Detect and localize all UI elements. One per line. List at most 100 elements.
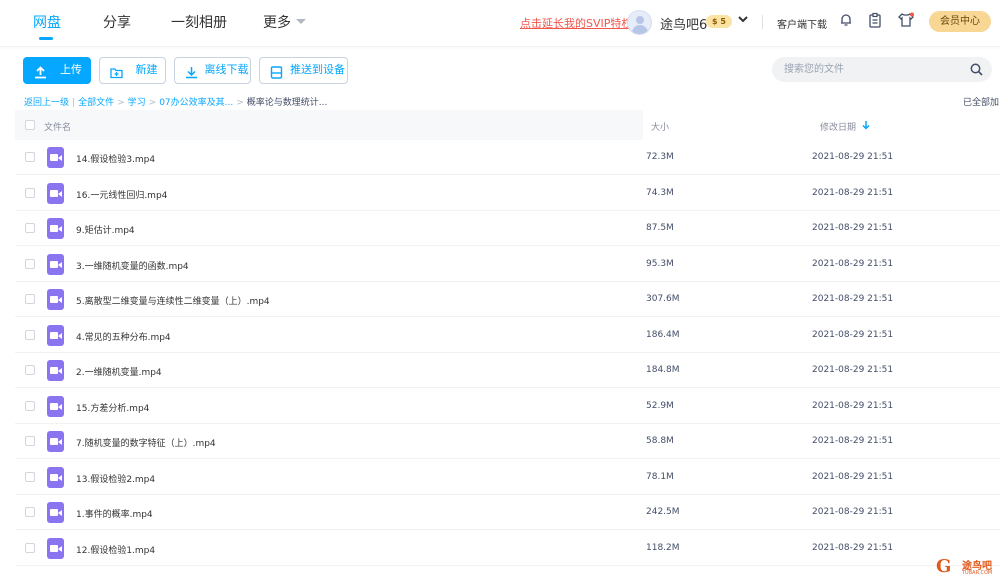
video-file-icon (47, 147, 64, 168)
file-name[interactable]: 1.事件的概率.mp4 (76, 507, 153, 520)
table-row[interactable]: 1.事件的概率.mp4 242.5M 2021-08-29 21:51 (15, 495, 1000, 530)
top-nav-bar: 网盘 分享 一刻相册 更多 点击延长我的SVIP特权 途鸟吧6 $ 5 客户端下… (0, 0, 1000, 47)
breadcrumb-item[interactable]: 07办公效率及其... (159, 98, 233, 108)
row-checkbox[interactable] (25, 258, 35, 269)
video-file-icon (47, 360, 64, 381)
row-checkbox[interactable] (25, 471, 35, 482)
file-size: 58.8M (646, 436, 674, 446)
row-checkbox[interactable] (25, 329, 35, 340)
file-size: 186.4M (646, 329, 680, 340)
file-name[interactable]: 15.方差分析.mp4 (76, 401, 149, 414)
file-name[interactable]: 5.离散型二维变量与连续性二维变量（上）.mp4 (76, 294, 270, 307)
video-file-icon (47, 537, 64, 559)
breadcrumb-item[interactable]: 全部文件 (78, 98, 114, 108)
table-row[interactable]: 14.假设检验3.mp4 72.3M 2021-08-29 21:51 (15, 140, 1000, 175)
username[interactable]: 途鸟吧6 (660, 14, 707, 33)
video-file-icon (47, 324, 64, 346)
row-checkbox[interactable] (25, 152, 35, 162)
row-checkbox[interactable] (25, 187, 35, 198)
table-row[interactable]: 13.假设检验2.mp4 78.1M 2021-08-29 21:51 (15, 460, 1000, 495)
tab-photo-album[interactable]: 一刻相册 (171, 12, 227, 32)
select-all-checkbox[interactable] (25, 120, 35, 130)
file-size: 118.2M (646, 542, 680, 553)
avatar[interactable] (627, 10, 652, 35)
client-download-link[interactable]: 客户端下载 (777, 16, 827, 31)
svip-extend-link[interactable]: 点击延长我的SVIP特权 (520, 15, 632, 31)
row-checkbox[interactable] (25, 400, 35, 411)
table-row[interactable]: 5.离散型二维变量与连续性二维变量（上）.mp4 307.6M 2021-08-29… (15, 282, 1000, 317)
file-name[interactable]: 12.假设检验1.mp4 (76, 543, 155, 556)
file-date: 2021-08-29 21:51 (812, 329, 894, 340)
column-header-size[interactable]: 大小 (651, 120, 669, 133)
file-date: 2021-08-29 21:51 (812, 400, 894, 411)
file-date: 2021-08-29 21:51 (812, 436, 894, 446)
table-row[interactable]: 7.随机变量的数字特征（上）.mp4 58.8M 2021-08-29 21:51 (15, 424, 1000, 459)
offline-download-button[interactable]: 离线下载 (174, 57, 251, 84)
offline-download-label: 离线下载 (204, 64, 249, 76)
file-date: 2021-08-29 21:51 (812, 258, 894, 269)
table-row[interactable]: 16.一元线性回归.mp4 74.3M 2021-08-29 21:51 (15, 176, 1000, 211)
clipboard-icon[interactable] (867, 12, 885, 30)
watermark-logo: G (936, 556, 952, 577)
file-date: 2021-08-29 21:51 (812, 542, 894, 553)
row-checkbox[interactable] (25, 436, 35, 446)
search-icon[interactable] (970, 63, 983, 79)
video-file-icon (47, 289, 64, 310)
row-checkbox[interactable] (25, 507, 35, 517)
file-size: 307.6M (646, 294, 680, 304)
row-checkbox[interactable] (25, 223, 35, 233)
download-icon (185, 64, 198, 79)
member-center-button[interactable]: 会员中心 (929, 11, 991, 32)
upload-button[interactable]: 上传 (23, 57, 91, 84)
file-size: 72.3M (646, 152, 674, 162)
table-row[interactable]: 9.矩估计.mp4 87.5M 2021-08-29 21:51 (15, 211, 1000, 246)
file-name[interactable]: 16.一元线性回归.mp4 (76, 188, 167, 201)
file-name[interactable]: 13.假设检验2.mp4 (76, 472, 155, 485)
back-link[interactable]: 返回上一级 (24, 98, 69, 108)
table-row[interactable]: 2.一维随机变量.mp4 184.8M 2021-08-29 21:51 (15, 353, 1000, 388)
new-folder-button[interactable]: 新建 (99, 57, 166, 84)
device-icon (270, 64, 283, 79)
file-size: 74.3M (646, 187, 674, 198)
search-input[interactable] (784, 57, 964, 82)
video-file-icon (47, 253, 64, 275)
bell-icon[interactable] (838, 12, 856, 30)
file-name[interactable]: 4.常见的五种分布.mp4 (76, 330, 171, 343)
file-size: 87.5M (646, 223, 674, 233)
file-name[interactable]: 14.假设检验3.mp4 (76, 152, 155, 165)
row-checkbox[interactable] (25, 365, 35, 375)
file-date: 2021-08-29 21:51 (812, 507, 894, 517)
table-row[interactable]: 4.常见的五种分布.mp4 186.4M 2021-08-29 21:51 (15, 318, 1000, 353)
file-name[interactable]: 3.一维随机变量的函数.mp4 (76, 259, 189, 272)
tab-share[interactable]: 分享 (103, 12, 131, 32)
breadcrumb-item[interactable]: 学习 (128, 98, 146, 108)
new-folder-icon (110, 64, 123, 79)
table-row[interactable]: 15.方差分析.mp4 52.9M 2021-08-29 21:51 (15, 389, 1000, 424)
tab-netdisk[interactable]: 网盘 (33, 12, 61, 32)
file-name[interactable]: 7.随机变量的数字特征（上）.mp4 (76, 436, 216, 449)
file-date: 2021-08-29 21:51 (812, 187, 894, 198)
file-name[interactable]: 2.一维随机变量.mp4 (76, 365, 162, 378)
shirt-icon[interactable] (897, 12, 915, 30)
row-checkbox[interactable] (25, 542, 35, 553)
sort-descending-icon[interactable] (862, 120, 870, 133)
file-date: 2021-08-29 21:51 (812, 294, 894, 304)
chevron-down-icon[interactable] (296, 19, 306, 24)
column-header-name[interactable]: 文件名 (44, 120, 71, 133)
tab-more[interactable]: 更多 (263, 12, 291, 32)
file-name[interactable]: 9.矩估计.mp4 (76, 223, 135, 236)
file-date: 2021-08-29 21:51 (812, 471, 894, 482)
loaded-all-status: 已全部加 (963, 98, 1000, 108)
row-checkbox[interactable] (25, 294, 35, 304)
column-header-date[interactable]: 修改日期 (820, 120, 856, 133)
vip-level-badge: $ 5 (706, 15, 732, 28)
table-row[interactable]: 12.假设检验1.mp4 118.2M 2021-08-29 21:51 (15, 531, 1000, 566)
video-file-icon (47, 182, 64, 204)
video-file-icon (47, 466, 64, 488)
push-to-device-button[interactable]: 推送到设备 (259, 57, 348, 84)
chevron-down-icon[interactable] (737, 13, 749, 28)
table-row[interactable]: 3.一维随机变量的函数.mp4 95.3M 2021-08-29 21:51 (15, 247, 1000, 282)
divider (762, 15, 763, 29)
file-size: 95.3M (646, 258, 674, 269)
video-file-icon (47, 502, 64, 523)
